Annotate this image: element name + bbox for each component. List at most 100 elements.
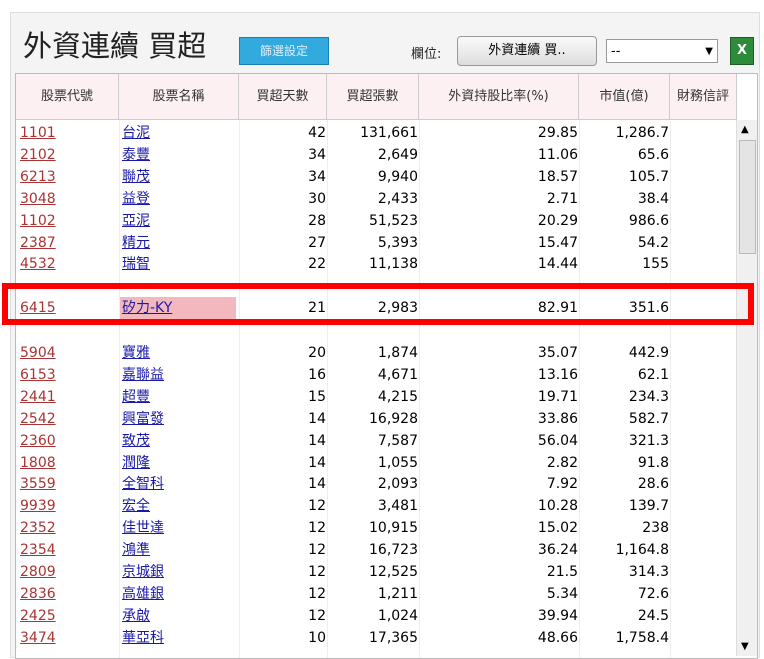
stock-code-link[interactable]: 1808 xyxy=(20,452,56,474)
red-highlight-box xyxy=(2,283,754,325)
stock-name-link[interactable]: 寶雅 xyxy=(122,342,150,364)
stock-code-link[interactable]: 2102 xyxy=(20,144,56,166)
scrollbar[interactable]: ▲ ▼ xyxy=(736,120,757,656)
stock-name-link[interactable]: 潤隆 xyxy=(122,452,150,474)
buy-days: 22 xyxy=(308,256,326,273)
stock-name-link[interactable]: 益登 xyxy=(122,188,150,210)
foreign-ratio: 20.29 xyxy=(537,212,578,229)
stock-code-link[interactable]: 3048 xyxy=(20,188,56,210)
foreign-ratio: 2.71 xyxy=(546,190,578,207)
buy-days: 28 xyxy=(308,212,326,229)
stock-name-link[interactable]: 致茂 xyxy=(122,430,150,452)
stock-name-link[interactable]: 泰豐 xyxy=(122,144,150,166)
filter-dropdown[interactable]: -- ▼ xyxy=(606,39,718,63)
column-header[interactable]: 財務信評 xyxy=(670,74,737,120)
stock-name-link[interactable]: 嘉聯益 xyxy=(122,364,164,386)
stock-code-link[interactable]: 3474 xyxy=(20,627,56,649)
stock-name-link[interactable]: 華亞科 xyxy=(122,627,164,649)
stock-code-link[interactable]: 5904 xyxy=(20,342,56,364)
table-row[interactable]: 6153 嘉聯益 16 4,671 13.16 62.1 xyxy=(16,364,736,386)
scroll-thumb[interactable] xyxy=(739,140,756,254)
column-header[interactable]: 買超張數 xyxy=(327,74,419,120)
table-row[interactable]: 2352 佳世達 12 10,915 15.02 238 xyxy=(16,517,736,539)
table-row[interactable]: 2354 鴻準 12 16,723 36.24 1,164.8 xyxy=(16,539,736,561)
stock-name-link[interactable]: 承啟 xyxy=(122,605,150,627)
market-cap: 91.8 xyxy=(637,454,669,471)
stock-name-link[interactable]: 精元 xyxy=(122,232,150,254)
market-cap: 28.6 xyxy=(637,476,669,493)
stock-name-link[interactable]: 鴻準 xyxy=(122,539,150,561)
market-cap: 986.6 xyxy=(628,212,669,229)
table-row[interactable]: 2836 高雄銀 12 1,211 5.34 72.6 xyxy=(16,583,736,605)
stock-code-link[interactable]: 2387 xyxy=(20,232,56,254)
stock-code-link[interactable]: 2425 xyxy=(20,605,56,627)
stock-name-link[interactable]: 興富發 xyxy=(122,408,164,430)
table-row[interactable]: 1102 亞泥 28 51,523 20.29 986.6 xyxy=(16,210,736,232)
scroll-down-icon[interactable]: ▼ xyxy=(741,641,749,652)
stock-code-link[interactable]: 2354 xyxy=(20,539,56,561)
stock-code-link[interactable]: 2360 xyxy=(20,430,56,452)
foreign-ratio: 14.44 xyxy=(537,256,578,273)
column-header[interactable]: 股票代號 xyxy=(16,74,119,120)
stock-name-link[interactable]: 台泥 xyxy=(122,122,150,144)
table-row[interactable]: 2809 京城銀 12 12,525 21.5 314.3 xyxy=(16,561,736,583)
stock-code-link[interactable]: 2352 xyxy=(20,517,56,539)
stock-code-link[interactable]: 9939 xyxy=(20,495,56,517)
table-row[interactable]: 2102 泰豐 34 2,649 11.06 65.6 xyxy=(16,144,736,166)
table-row[interactable]: 2425 承啟 12 1,024 39.94 24.5 xyxy=(16,605,736,627)
stock-code-link[interactable]: 2809 xyxy=(20,561,56,583)
stock-name-link[interactable]: 聯茂 xyxy=(122,166,150,188)
stock-name-link[interactable]: 佳世達 xyxy=(122,517,164,539)
table-row[interactable]: 2360 致茂 14 7,587 56.04 321.3 xyxy=(16,430,736,452)
table-row[interactable]: 1808 潤隆 14 1,055 2.82 91.8 xyxy=(16,452,736,474)
market-cap: 238 xyxy=(642,520,669,537)
table-row[interactable]: 2542 興富發 14 16,928 33.86 582.7 xyxy=(16,408,736,430)
market-cap: 105.7 xyxy=(628,168,669,185)
stock-name-link[interactable]: 宏全 xyxy=(122,495,150,517)
column-header[interactable]: 外資持股比率(%) xyxy=(419,74,579,120)
column-header[interactable]: 市值(億) xyxy=(579,74,670,120)
stock-code-link[interactable]: 3559 xyxy=(20,473,56,495)
table-row[interactable]: 3474 華亞科 10 17,365 48.66 1,758.4 xyxy=(16,627,736,649)
buy-lots: 12,525 xyxy=(369,564,418,580)
column-label: 欄位: xyxy=(411,47,442,62)
foreign-ratio: 36.24 xyxy=(537,542,578,559)
stock-code-link[interactable]: 2836 xyxy=(20,583,56,605)
stock-code-link[interactable]: 4532 xyxy=(20,253,56,275)
column-select-button[interactable]: 外資連續 買.. xyxy=(457,36,597,66)
stock-code-link[interactable]: 1101 xyxy=(20,122,56,144)
filter-settings-button[interactable]: 篩選設定 xyxy=(239,37,329,65)
stock-name-link[interactable]: 超豐 xyxy=(122,386,150,408)
buy-days: 34 xyxy=(308,168,326,185)
column-header[interactable]: 買超天數 xyxy=(239,74,327,120)
stock-name-link[interactable]: 瑞智 xyxy=(122,253,150,275)
table-row[interactable]: 4532 瑞智 22 11,138 14.44 155 xyxy=(16,253,736,275)
table-row[interactable]: 1101 台泥 42 131,661 29.85 1,286.7 xyxy=(16,122,736,144)
buy-days: 14 xyxy=(308,432,326,449)
page-title: 外資連續 買超 xyxy=(23,29,207,63)
table-row[interactable]: 6213 聯茂 34 9,940 18.57 105.7 xyxy=(16,166,736,188)
table-row[interactable]: 3559 全智科 14 2,093 7.92 28.6 xyxy=(16,473,736,495)
stock-name-link[interactable]: 亞泥 xyxy=(122,210,150,232)
market-cap: 38.4 xyxy=(637,190,669,207)
table-row[interactable]: 9939 宏全 12 3,481 10.28 139.7 xyxy=(16,495,736,517)
stock-code-link[interactable]: 6153 xyxy=(20,364,56,386)
foreign-ratio: 15.02 xyxy=(537,520,578,537)
table-row[interactable]: 5904 寶雅 20 1,874 35.07 442.9 xyxy=(16,342,736,364)
excel-icon[interactable]: X xyxy=(730,37,754,65)
stock-code-link[interactable]: 2441 xyxy=(20,386,56,408)
buy-days: 16 xyxy=(308,366,326,383)
table-row[interactable]: 2441 超豐 15 4,215 19.71 234.3 xyxy=(16,386,736,408)
buy-lots: 2,433 xyxy=(377,190,418,207)
stock-name-link[interactable]: 高雄銀 xyxy=(122,583,164,605)
stock-code-link[interactable]: 1102 xyxy=(20,210,56,232)
stock-code-link[interactable]: 6213 xyxy=(20,166,56,188)
stock-code-link[interactable]: 2542 xyxy=(20,408,56,430)
scroll-up-icon[interactable]: ▲ xyxy=(741,124,749,135)
buy-lots: 3,481 xyxy=(377,498,418,515)
stock-name-link[interactable]: 京城銀 xyxy=(122,561,164,583)
column-header[interactable]: 股票名稱 xyxy=(119,74,239,120)
table-row[interactable]: 3048 益登 30 2,433 2.71 38.4 xyxy=(16,188,736,210)
table-row[interactable]: 2387 精元 27 5,393 15.47 54.2 xyxy=(16,232,736,254)
stock-name-link[interactable]: 全智科 xyxy=(122,473,164,495)
